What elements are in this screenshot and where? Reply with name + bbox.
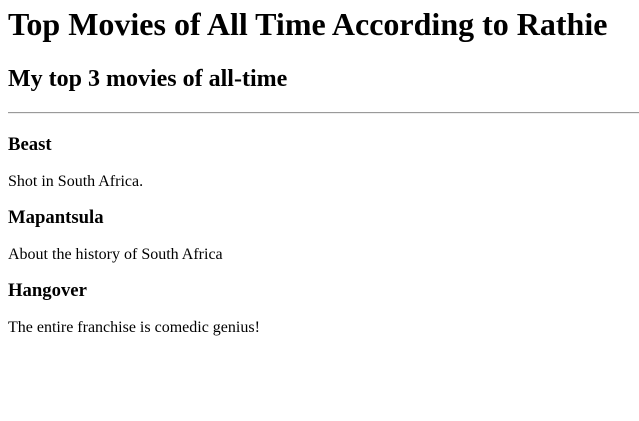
page-subtitle: My top 3 movies of all-time <box>8 66 288 92</box>
movie-title: Mapantsula <box>8 207 104 228</box>
movie-description: Shot in South Africa. <box>8 173 144 190</box>
movie-list: Beast Shot in South Africa. Mapantsula A… <box>8 134 639 337</box>
movie-item-mapantsula: Mapantsula About the history of South Af… <box>8 207 639 264</box>
page-title: Top Movies of All Time According to Rath… <box>8 6 608 42</box>
movie-title: Beast <box>8 134 52 155</box>
movie-item-hangover: Hangover The entire franchise is comedic… <box>8 280 639 337</box>
movie-item-beast: Beast Shot in South Africa. <box>8 134 639 191</box>
movie-description: The entire franchise is comedic genius! <box>8 319 260 336</box>
divider <box>8 112 639 114</box>
movie-title: Hangover <box>8 280 87 301</box>
movie-description: About the history of South Africa <box>8 246 223 263</box>
